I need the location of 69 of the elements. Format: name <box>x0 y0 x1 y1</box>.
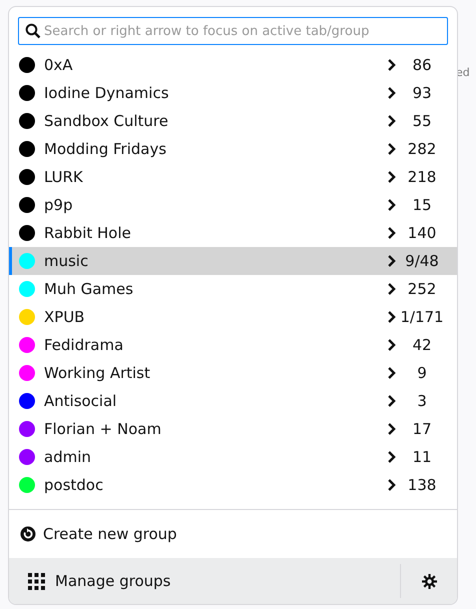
tab-count: 15 <box>411 196 433 214</box>
group-item[interactable]: Modding Fridays 282 <box>9 135 457 163</box>
group-name: p9p <box>44 196 74 214</box>
chevron-icon[interactable] <box>387 114 397 128</box>
search-field[interactable]: Search or right arrow to focus on active tab/group <box>18 17 448 45</box>
group-name: Modding Fridays <box>44 140 168 158</box>
tab-count: 218 <box>406 168 438 186</box>
chevron-icon[interactable] <box>387 282 397 296</box>
group-item[interactable]: Antisocial 3 <box>9 387 457 415</box>
tab-count: 11 <box>411 448 433 466</box>
group-name: Antisocial <box>44 392 118 410</box>
chevron-icon[interactable] <box>387 254 397 268</box>
group-name: Working Artist <box>44 364 152 382</box>
tab-count: 9 <box>416 364 428 382</box>
group-item[interactable]: Rabbit Hole 140 <box>9 219 457 247</box>
tab-count: 138 <box>406 476 438 494</box>
group-item[interactable]: Iodine Dynamics 93 <box>9 79 457 107</box>
group-name: Muh Games <box>44 280 134 298</box>
tab-count: 9/48 <box>404 252 440 270</box>
tab-count: 55 <box>411 112 433 130</box>
group-name: Rabbit Hole <box>44 224 132 242</box>
group-name: Fedidrama <box>44 336 124 354</box>
group-item[interactable]: postdoc 138 <box>9 471 457 499</box>
tab-count: 140 <box>406 224 438 242</box>
group-name: Sandbox Culture <box>44 112 170 130</box>
group-item[interactable]: p9p 15 <box>9 191 457 219</box>
group-name: admin <box>44 448 92 466</box>
group-item[interactable]: XPUB 1/171 <box>9 303 457 331</box>
group-item[interactable]: music 9/48 <box>9 247 457 275</box>
tab-count: 86 <box>411 56 433 74</box>
chevron-icon[interactable] <box>387 338 397 352</box>
group-name: LURK <box>44 168 84 186</box>
tab-count: 282 <box>406 140 438 158</box>
chevron-icon[interactable] <box>387 422 397 436</box>
chevron-icon[interactable] <box>387 226 397 240</box>
group-name: Florian + Noam <box>44 420 162 438</box>
group-name: postdoc <box>44 476 104 494</box>
chevron-icon[interactable] <box>387 198 397 212</box>
settings-icon <box>420 572 438 590</box>
chevron-icon[interactable] <box>387 366 397 380</box>
tab-count: 42 <box>411 336 433 354</box>
group-item[interactable]: Florian + Noam 17 <box>9 415 457 443</box>
group-item[interactable]: LURK 218 <box>9 163 457 191</box>
group-item[interactable]: Working Artist 9 <box>9 359 457 387</box>
refresh-icon <box>20 526 36 542</box>
tab-count: 17 <box>411 420 433 438</box>
group-item[interactable]: Fedidrama 42 <box>9 331 457 359</box>
tab-count: 93 <box>411 84 433 102</box>
chevron-icon[interactable] <box>387 310 397 324</box>
group-item[interactable]: 0xA 86 <box>9 51 457 79</box>
search-icon <box>25 23 41 39</box>
grid-icon <box>28 572 45 590</box>
group-name: 0xA <box>44 56 74 74</box>
tab-count: 1/171 <box>399 308 445 326</box>
group-name: music <box>44 252 90 270</box>
chevron-icon[interactable] <box>387 58 397 72</box>
chevron-icon[interactable] <box>387 86 397 100</box>
group-item[interactable]: Muh Games 252 <box>9 275 457 303</box>
group-name: Iodine Dynamics <box>44 84 170 102</box>
chevron-icon[interactable] <box>387 450 397 464</box>
chevron-icon[interactable] <box>387 394 397 408</box>
tab-count: 3 <box>416 392 428 410</box>
tab-count: 252 <box>406 280 438 298</box>
chevron-icon[interactable] <box>387 478 397 492</box>
chevron-icon[interactable] <box>387 170 397 184</box>
group-name: XPUB <box>44 308 86 326</box>
group-item[interactable]: admin 11 <box>9 443 457 471</box>
group-item[interactable]: Sandbox Culture 55 <box>9 107 457 135</box>
chevron-icon[interactable] <box>387 142 397 156</box>
